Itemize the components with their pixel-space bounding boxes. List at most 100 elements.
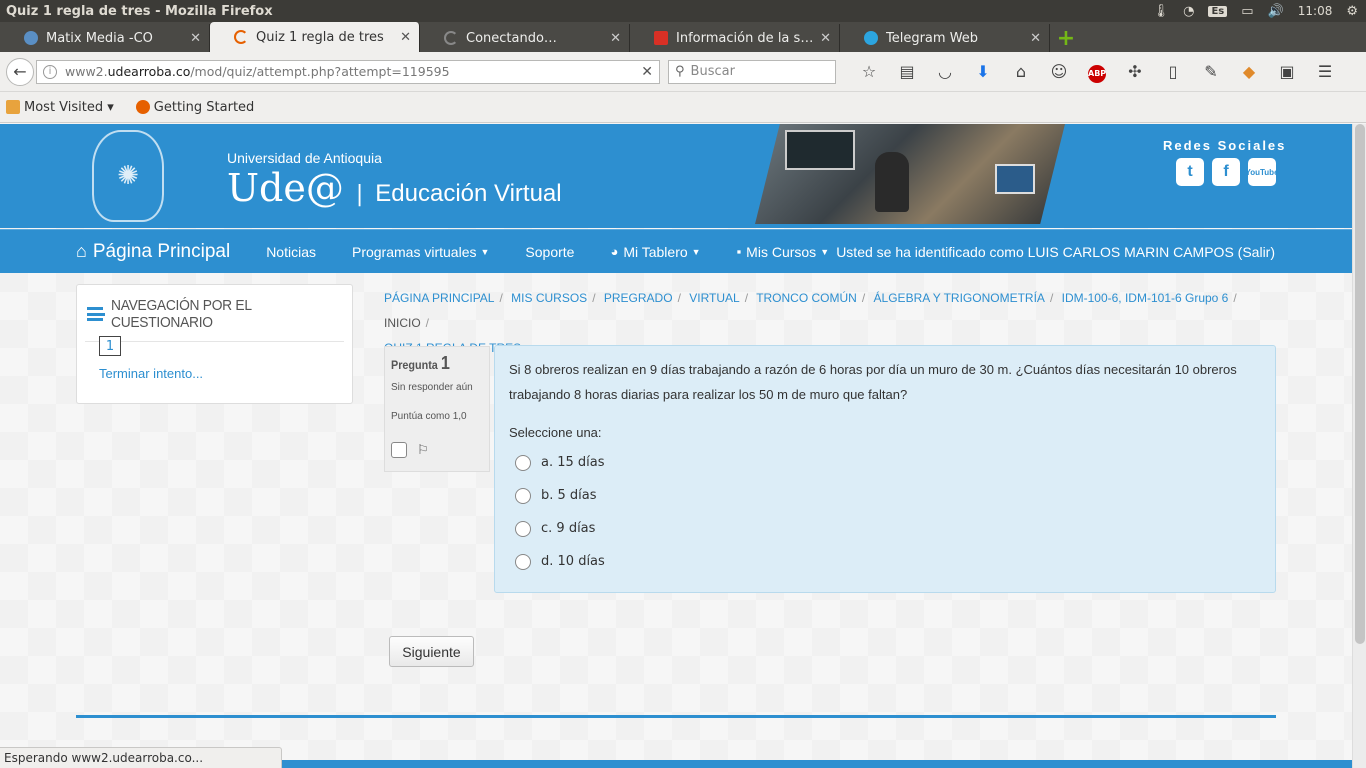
- keyboard-layout-indicator[interactable]: Es: [1208, 5, 1228, 17]
- back-button[interactable]: ←: [6, 57, 34, 86]
- breadcrumb-item[interactable]: Mis cursos: [511, 291, 587, 305]
- fox-extension-icon[interactable]: ◆: [1230, 62, 1268, 81]
- photo-person: [875, 152, 909, 212]
- home-icon[interactable]: ⌂: [1002, 62, 1040, 81]
- breadcrumb-item[interactable]: Pregrado: [604, 291, 673, 305]
- close-icon[interactable]: ✕: [190, 31, 201, 46]
- nav-home-link[interactable]: ⌂ Página Principal: [76, 241, 230, 263]
- battery-icon[interactable]: ▭: [1241, 4, 1253, 19]
- question-number-value: 1: [440, 353, 450, 373]
- tab-label: Quiz 1 regla de tres: [256, 29, 384, 45]
- wifi-icon[interactable]: ◔: [1183, 4, 1194, 19]
- nav-label: Mi Tablero: [623, 243, 688, 260]
- extension-icon[interactable]: ✣: [1116, 62, 1154, 81]
- breadcrumb-separator: /: [425, 316, 430, 330]
- youtube-icon[interactable]: You Tube: [1245, 158, 1279, 186]
- breadcrumb-item[interactable]: Virtual: [689, 291, 739, 305]
- answer-label[interactable]: d. 10 días: [541, 554, 605, 569]
- question-content: Si 8 obreros realizan en 9 días trabajan…: [494, 345, 1276, 593]
- answer-label[interactable]: a. 15 días: [541, 455, 605, 470]
- page-scrollbar[interactable]: [1352, 124, 1366, 768]
- logged-in-user[interactable]: Usted se ha identificado como LUIS CARLO…: [836, 244, 1275, 260]
- pocket-icon[interactable]: ◡: [926, 62, 964, 81]
- close-icon[interactable]: ✕: [610, 31, 621, 46]
- header-photo: [755, 124, 1065, 224]
- brand-separator: |: [355, 182, 364, 207]
- answer-option-b[interactable]: b. 5 días: [509, 479, 1261, 512]
- answer-label[interactable]: b. 5 días: [541, 488, 597, 503]
- url-bar[interactable]: i www2.udearroba.co/mod/quiz/attempt.php…: [36, 59, 660, 84]
- url-text: www2.udearroba.co/mod/quiz/attempt.php?a…: [65, 64, 450, 79]
- nav-programas-virtuales[interactable]: Programas virtuales ▼: [352, 244, 489, 260]
- next-button[interactable]: Siguiente: [389, 636, 474, 667]
- breadcrumb-separator: /: [592, 291, 596, 305]
- answer-option-a[interactable]: a. 15 días: [509, 446, 1261, 479]
- bookmark-getting-started[interactable]: Getting Started: [135, 100, 254, 115]
- clipboard-icon[interactable]: ▯: [1154, 62, 1192, 81]
- briefcase-icon: ▪: [736, 244, 742, 259]
- brand-logo[interactable]: Ude@ | Educación Virtual: [227, 166, 562, 210]
- stop-icon[interactable]: ✕: [641, 64, 653, 80]
- firefox-icon: [135, 100, 150, 114]
- breadcrumb-separator: /: [499, 291, 503, 305]
- flag-icon[interactable]: ⚐: [417, 442, 429, 458]
- dashboard-icon: ◕: [610, 244, 619, 259]
- facebook-icon[interactable]: f: [1212, 158, 1240, 186]
- question-nav-button-1[interactable]: 1: [99, 336, 121, 356]
- downloads-icon[interactable]: ⬇: [964, 62, 1002, 81]
- close-icon[interactable]: ✕: [1030, 31, 1041, 46]
- finish-attempt-link[interactable]: Terminar intento...: [99, 366, 203, 381]
- radio-button[interactable]: [515, 454, 531, 471]
- new-tab-button[interactable]: +: [1050, 24, 1082, 52]
- nav-mis-cursos[interactable]: ▪ Mis Cursos ▼: [737, 244, 830, 260]
- tab-gmail[interactable]: Información de la sede … ✕: [630, 24, 840, 52]
- screenshot-icon[interactable]: ▣: [1268, 62, 1306, 81]
- scrollbar-thumb[interactable]: [1355, 124, 1365, 644]
- site-info-icon[interactable]: i: [43, 64, 57, 79]
- answer-option-c[interactable]: c. 9 días: [509, 512, 1261, 545]
- flag-checkbox[interactable]: [391, 442, 407, 458]
- thermometer-icon[interactable]: 🌡: [1153, 4, 1170, 19]
- nav-home-label: Página Principal: [92, 240, 231, 262]
- folder-icon: [6, 100, 20, 114]
- nav-soporte[interactable]: Soporte: [525, 244, 574, 260]
- breadcrumb-item[interactable]: IDM-100-6, IDM-101-6 Grupo 6: [1062, 291, 1229, 305]
- clock[interactable]: 11:08: [1298, 4, 1333, 18]
- tab-telegram[interactable]: Telegram Web ✕: [840, 24, 1050, 52]
- gmail-icon: [654, 31, 668, 45]
- question-grade: Puntúa como 1,0: [391, 411, 467, 422]
- bookmark-most-visited[interactable]: Most Visited ▾: [6, 100, 114, 115]
- adblock-icon[interactable]: ABP: [1078, 61, 1116, 83]
- settings-gear-icon[interactable]: ⚙: [1346, 4, 1358, 19]
- tab-matix-media[interactable]: Matix Media -CO ✕: [0, 24, 210, 52]
- search-input[interactable]: ⚲ Buscar: [668, 59, 836, 84]
- answer-option-d[interactable]: d. 10 días: [509, 545, 1261, 578]
- close-icon[interactable]: ✕: [400, 30, 411, 45]
- bookmark-star-icon[interactable]: ☆: [850, 62, 888, 81]
- eyedropper-icon[interactable]: ✎: [1192, 62, 1230, 81]
- close-icon[interactable]: ✕: [820, 31, 831, 46]
- radio-button[interactable]: [515, 553, 531, 570]
- tab-conectando[interactable]: Conectando… ✕: [420, 24, 630, 52]
- reading-list-icon[interactable]: ▤: [888, 62, 926, 81]
- tab-quiz[interactable]: Quiz 1 regla de tres ✕: [210, 22, 420, 52]
- loading-spinner-icon: [444, 31, 458, 45]
- volume-icon[interactable]: 🔊: [1268, 4, 1284, 19]
- twitter-icon[interactable]: t: [1176, 158, 1204, 186]
- university-seal-logo[interactable]: ✺: [92, 130, 164, 222]
- web-page: ✺ Universidad de Antioquia Ude@ | Educac…: [0, 124, 1352, 768]
- breadcrumb-item[interactable]: Página Principal: [384, 291, 494, 305]
- answer-label[interactable]: c. 9 días: [541, 521, 595, 536]
- breadcrumb-item[interactable]: Álgebra y trigonometría: [874, 291, 1045, 305]
- bookmark-label: Most Visited ▾: [24, 99, 114, 115]
- radio-button[interactable]: [515, 520, 531, 537]
- menu-icon[interactable]: ☰: [1306, 62, 1344, 81]
- chat-icon[interactable]: ☺: [1040, 62, 1078, 81]
- nav-mi-tablero[interactable]: ◕ Mi Tablero ▼: [610, 244, 700, 260]
- breadcrumb-item[interactable]: Tronco común: [756, 291, 857, 305]
- system-tray: 🌡 ◔ Es ▭ 🔊 11:08 ⚙: [1153, 4, 1366, 19]
- navigation-toolbar: ← i www2.udearroba.co/mod/quiz/attempt.p…: [0, 52, 1366, 92]
- nav-noticias[interactable]: Noticias: [266, 244, 316, 260]
- nav-label: Programas virtuales: [351, 243, 477, 260]
- radio-button[interactable]: [515, 487, 531, 504]
